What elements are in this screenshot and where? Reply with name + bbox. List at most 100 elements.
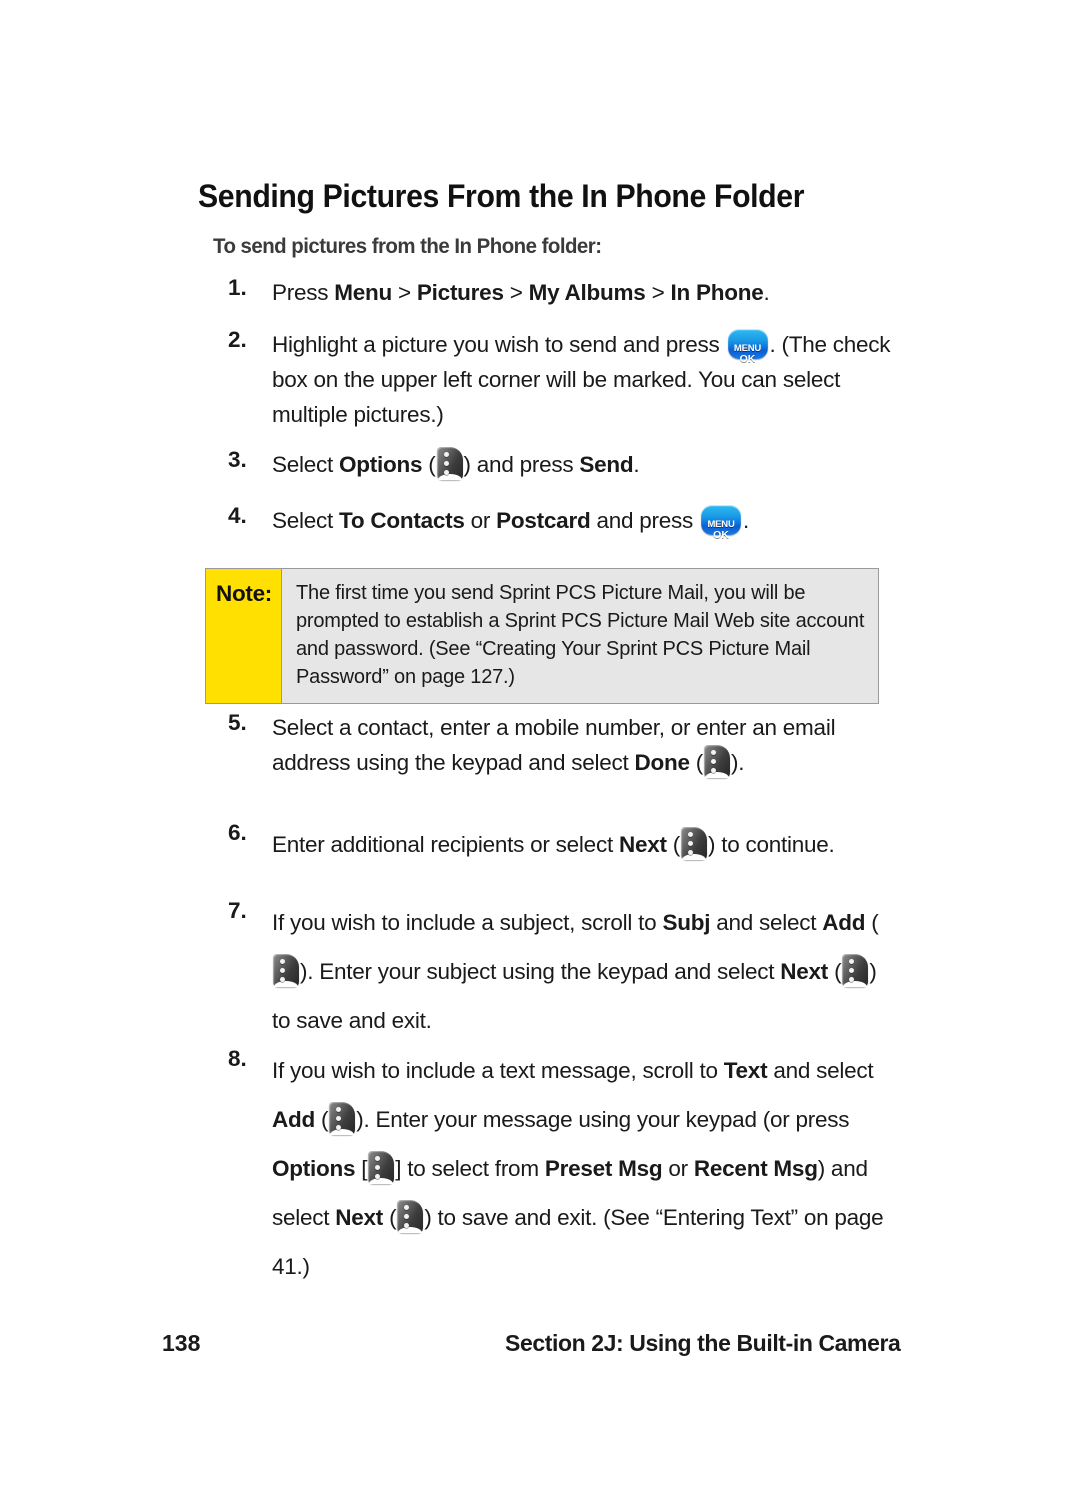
softkey-dot <box>849 977 855 982</box>
softkey-dots <box>336 1107 342 1134</box>
step-number: 5. <box>228 710 247 735</box>
softkey-dot <box>404 1214 410 1219</box>
step-text-run: Select <box>272 508 340 533</box>
softkey-dot <box>849 959 855 964</box>
softkey-shape <box>842 954 869 987</box>
softkey-dot <box>336 1125 342 1130</box>
step-text-run: ( <box>383 1205 397 1230</box>
manual-page: Sending Pictures From the In Phone Folde… <box>0 0 1080 1512</box>
step-emphasis: Options <box>272 1156 356 1181</box>
softkey-dot <box>404 1205 410 1210</box>
softkey-dots <box>280 959 286 986</box>
step-text-run: Enter additional recipients or select <box>272 832 619 857</box>
step-text-run: . <box>763 280 770 305</box>
page-title: Sending Pictures From the In Phone Folde… <box>198 178 805 214</box>
step-emphasis: Postcard <box>496 508 591 533</box>
softkey-dot <box>375 1165 381 1170</box>
step-text-run: ( <box>315 1107 329 1132</box>
softkey-dot <box>711 759 716 764</box>
step-text-run: ). Enter your subject using the keypad a… <box>300 959 781 984</box>
softkey-dot <box>375 1174 381 1179</box>
section-subheading: To send pictures from the In Phone folde… <box>213 234 602 258</box>
procedure-step: 1. Press Menu > Pictures > My Albums > In… <box>228 275 900 310</box>
procedure-step: 7. If you wish to include a subject, scro… <box>228 898 900 1045</box>
softkey-dots <box>849 959 855 986</box>
footer-page-number: 138 <box>162 1330 201 1356</box>
softkey-dot <box>443 461 449 466</box>
softkey-dot <box>849 968 855 973</box>
softkey-dots <box>687 832 694 859</box>
procedure-step: 8. If you wish to include a text message,… <box>228 1046 900 1291</box>
procedure-step: 3. Select Options () and press Send. <box>228 447 900 482</box>
menu-ok-label-bottom: OK <box>713 529 729 541</box>
softkey-dot <box>711 768 716 773</box>
softkey-dot <box>443 470 449 475</box>
step-text-run: > <box>645 280 671 305</box>
step-emphasis: Next <box>780 959 829 984</box>
step-number: 4. <box>228 503 247 528</box>
procedure-step: 2. Highlight a picture you wish to send a… <box>228 327 900 432</box>
softkey-shape <box>680 827 707 860</box>
softkey-dot <box>711 750 716 755</box>
softkey-shape <box>273 954 299 987</box>
softkey-dots <box>375 1156 381 1183</box>
step-text-run: ). Enter your message using your keypad … <box>356 1107 850 1132</box>
procedure-step: 6. Enter additional recipients or select … <box>228 820 900 869</box>
procedure-step: 4. Select To Contacts or Postcard and pre… <box>228 503 900 541</box>
step-number: 7. <box>228 898 247 923</box>
step-text-run: . <box>743 508 750 533</box>
step-text: Select a contact, enter a mobile number,… <box>272 710 900 780</box>
softkey-dot <box>336 1116 342 1121</box>
step-text-run: Highlight a picture you wish to send and… <box>272 332 726 357</box>
step-text-run: ( <box>865 910 879 935</box>
step-emphasis: Pictures <box>416 280 504 305</box>
softkey-options-icon <box>368 1151 395 1184</box>
step-emphasis: My Albums <box>528 280 646 305</box>
step-text-run: ). <box>731 750 745 775</box>
step-text: Press Menu > Pictures > My Albums > In P… <box>272 275 900 310</box>
step-text-run: and select <box>710 910 823 935</box>
step-number: 2. <box>228 327 247 352</box>
softkey-dot <box>280 968 285 973</box>
step-emphasis: Next <box>618 832 667 857</box>
step-emphasis: Add <box>272 1107 315 1132</box>
step-text-run: . <box>633 452 640 477</box>
softkey-dot <box>280 959 285 964</box>
step-text-run: or <box>662 1156 694 1181</box>
step-emphasis: Send <box>579 452 634 477</box>
step-number: 3. <box>228 447 247 472</box>
note-body: The first time you send Sprint PCS Pictu… <box>296 582 865 688</box>
step-text-run: Select <box>272 452 340 477</box>
softkey-dot <box>280 977 285 982</box>
softkey-options-icon <box>273 954 299 987</box>
menu-ok-label-bottom: OK <box>739 353 756 365</box>
step-emphasis: Preset Msg <box>544 1156 663 1181</box>
step-text-run: ( <box>828 959 842 984</box>
step-number: 8. <box>228 1046 247 1071</box>
step-text-run: or <box>464 508 497 533</box>
softkey-options-icon <box>680 827 707 860</box>
step-text-run: ( <box>666 832 681 857</box>
step-text: Enter additional recipients or select Ne… <box>272 820 900 869</box>
step-text: If you wish to include a text message, s… <box>272 1046 900 1291</box>
step-text-run: ) and press <box>463 452 580 477</box>
softkey-dot <box>687 850 693 855</box>
softkey-shape <box>329 1102 356 1135</box>
step-number: 6. <box>228 820 247 845</box>
note-callout: Note: The first time you send Sprint PCS… <box>205 568 879 704</box>
step-text-run: [ <box>355 1156 368 1181</box>
step-emphasis: Subj <box>662 910 711 935</box>
step-emphasis: Next <box>335 1205 384 1230</box>
step-emphasis: Options <box>339 452 423 477</box>
softkey-dot <box>375 1156 381 1161</box>
step-number: 1. <box>228 275 247 300</box>
step-text-run: Press <box>272 280 335 305</box>
step-emphasis: Done <box>634 750 691 775</box>
softkey-dots <box>711 750 717 777</box>
step-text-run: and press <box>590 508 700 533</box>
step-emphasis: Text <box>723 1058 768 1083</box>
softkey-shape <box>436 447 463 480</box>
step-text: Highlight a picture you wish to send and… <box>272 327 900 432</box>
softkey-options-icon <box>329 1102 356 1135</box>
softkey-dot <box>687 832 693 837</box>
